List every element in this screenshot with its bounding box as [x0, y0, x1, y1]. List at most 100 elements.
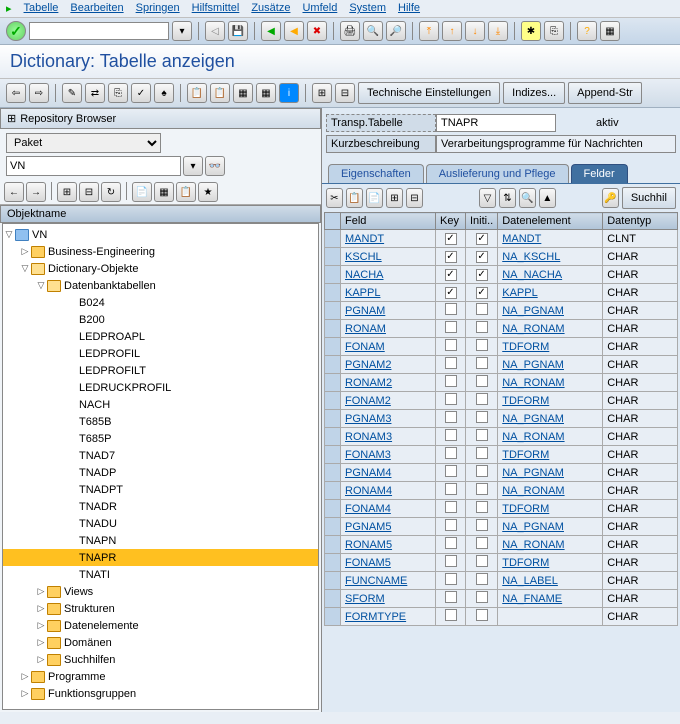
init-checkbox[interactable] [466, 536, 498, 554]
field-name[interactable]: FONAM5 [341, 554, 436, 572]
command-field[interactable] [29, 22, 169, 40]
field-name[interactable]: RONAM [341, 320, 436, 338]
tb-next-icon[interactable]: ⇨ [29, 83, 49, 103]
row-selector[interactable] [325, 554, 341, 572]
insert-icon[interactable]: ⊞ [386, 188, 403, 208]
field-name[interactable]: RONAM4 [341, 482, 436, 500]
tree-node[interactable]: TNADU [3, 515, 318, 532]
tree-node[interactable]: ▷Domänen [3, 634, 318, 651]
find-icon[interactable]: 🔍 [363, 21, 383, 41]
field-name[interactable]: RONAM5 [341, 536, 436, 554]
field-row[interactable]: PGNAM4NA_PGNAMCHAR [325, 464, 678, 482]
field-name[interactable]: PGNAM3 [341, 410, 436, 428]
data-element[interactable]: NA_PGNAM [498, 302, 603, 320]
row-selector[interactable] [325, 608, 341, 626]
field-name[interactable]: PGNAM5 [341, 518, 436, 536]
tree-node[interactable]: TNAD7 [3, 447, 318, 464]
tree-twist-icon[interactable]: ▽ [19, 263, 31, 274]
key-checkbox[interactable] [436, 482, 466, 500]
tree-node[interactable]: TNAPN [3, 532, 318, 549]
field-row[interactable]: PGNAM5NA_PGNAMCHAR [325, 518, 678, 536]
field-row[interactable]: KSCHLNA_KSCHLCHAR [325, 248, 678, 266]
menu-hilfe[interactable]: Hilfe [398, 2, 420, 15]
key-checkbox[interactable] [436, 266, 466, 284]
row-selector[interactable] [325, 338, 341, 356]
init-checkbox[interactable] [466, 590, 498, 608]
field-name[interactable]: PGNAM [341, 302, 436, 320]
field-name[interactable]: FUNCNAME [341, 572, 436, 590]
tb-info-icon[interactable]: i [279, 83, 299, 103]
tree-node[interactable]: T685P [3, 430, 318, 447]
init-checkbox[interactable] [466, 482, 498, 500]
init-checkbox[interactable] [466, 392, 498, 410]
tree-hier2-icon[interactable]: ⊟ [79, 182, 99, 202]
package-dropdown[interactable]: ▾ [183, 156, 203, 176]
tb-activate-icon[interactable]: ♠ [154, 83, 174, 103]
row-selector[interactable] [325, 572, 341, 590]
tree-node[interactable]: ▽Datenbanktabellen [3, 277, 318, 294]
nav-back-icon[interactable]: ◀ [261, 21, 281, 41]
tree-node[interactable]: ▷Programme [3, 668, 318, 685]
init-checkbox[interactable] [466, 428, 498, 446]
field-name[interactable]: PGNAM2 [341, 356, 436, 374]
tb-hier2-icon[interactable]: ⊟ [335, 83, 355, 103]
data-element[interactable]: NA_PGNAM [498, 356, 603, 374]
data-element[interactable]: NA_LABEL [498, 572, 603, 590]
tb-contents-icon[interactable]: ▦ [233, 83, 253, 103]
row-selector[interactable] [325, 320, 341, 338]
init-checkbox[interactable] [466, 572, 498, 590]
data-element[interactable]: NA_KSCHL [498, 248, 603, 266]
delete-icon[interactable]: ⊟ [406, 188, 423, 208]
tree-new-icon[interactable]: 📄 [132, 182, 152, 202]
tree-node[interactable]: LEDRUCKPROFIL [3, 379, 318, 396]
key-icon[interactable]: 🔑 [602, 188, 619, 208]
key-checkbox[interactable] [436, 356, 466, 374]
tb-check-icon[interactable]: ✓ [131, 83, 151, 103]
field-row[interactable]: SFORMNA_FNAMECHAR [325, 590, 678, 608]
field-row[interactable]: RONAM3NA_RONAMCHAR [325, 428, 678, 446]
field-row[interactable]: NACHANA_NACHACHAR [325, 266, 678, 284]
init-checkbox[interactable] [466, 338, 498, 356]
data-element[interactable]: NA_RONAM [498, 536, 603, 554]
tree-node[interactable]: NACH [3, 396, 318, 413]
data-element[interactable]: TDFORM [498, 500, 603, 518]
menu-system[interactable]: System [349, 2, 386, 15]
key-checkbox[interactable] [436, 338, 466, 356]
tree-node[interactable]: TNATI [3, 566, 318, 583]
last-page-icon[interactable]: ⤓ [488, 21, 508, 41]
data-element[interactable]: TDFORM [498, 446, 603, 464]
field-row[interactable]: RONAM5NA_RONAMCHAR [325, 536, 678, 554]
tree-twist-icon[interactable]: ▷ [19, 688, 31, 699]
field-name[interactable]: RONAM3 [341, 428, 436, 446]
tree-node[interactable]: ▷Strukturen [3, 600, 318, 617]
init-checkbox[interactable] [466, 446, 498, 464]
row-selector[interactable] [325, 374, 341, 392]
indexes-button[interactable]: Indizes... [503, 82, 565, 104]
tree-disp-icon[interactable]: ▦ [154, 182, 174, 202]
enter-button[interactable]: ✓ [6, 21, 26, 41]
copy-icon[interactable]: 📋 [346, 188, 363, 208]
field-row[interactable]: RONAM2NA_RONAMCHAR [325, 374, 678, 392]
key-checkbox[interactable] [436, 320, 466, 338]
row-selector[interactable] [325, 428, 341, 446]
field-row[interactable]: PGNAM3NA_PGNAMCHAR [325, 410, 678, 428]
tb-other-icon[interactable]: ⎘ [108, 83, 128, 103]
init-checkbox[interactable] [466, 518, 498, 536]
cmd-dropdown[interactable]: ▾ [172, 21, 192, 41]
expand-icon[interactable]: ▲ [539, 188, 556, 208]
menu-hilfsmittel[interactable]: Hilfsmittel [192, 2, 240, 15]
row-selector[interactable] [325, 410, 341, 428]
field-row[interactable]: PGNAMNA_PGNAMCHAR [325, 302, 678, 320]
field-row[interactable]: FONAM2TDFORMCHAR [325, 392, 678, 410]
save-icon[interactable]: 💾 [228, 21, 248, 41]
init-checkbox[interactable] [466, 320, 498, 338]
find-next-icon[interactable]: 🔎 [386, 21, 406, 41]
next-page-icon[interactable]: ↓ [465, 21, 485, 41]
data-element[interactable] [498, 608, 603, 626]
tb-prev-icon[interactable]: ⇦ [6, 83, 26, 103]
tree-node[interactable]: LEDPROFIL [3, 345, 318, 362]
layout-icon[interactable]: ▦ [600, 21, 620, 41]
row-selector[interactable] [325, 284, 341, 302]
paste-icon[interactable]: 📄 [366, 188, 383, 208]
row-selector[interactable] [325, 518, 341, 536]
